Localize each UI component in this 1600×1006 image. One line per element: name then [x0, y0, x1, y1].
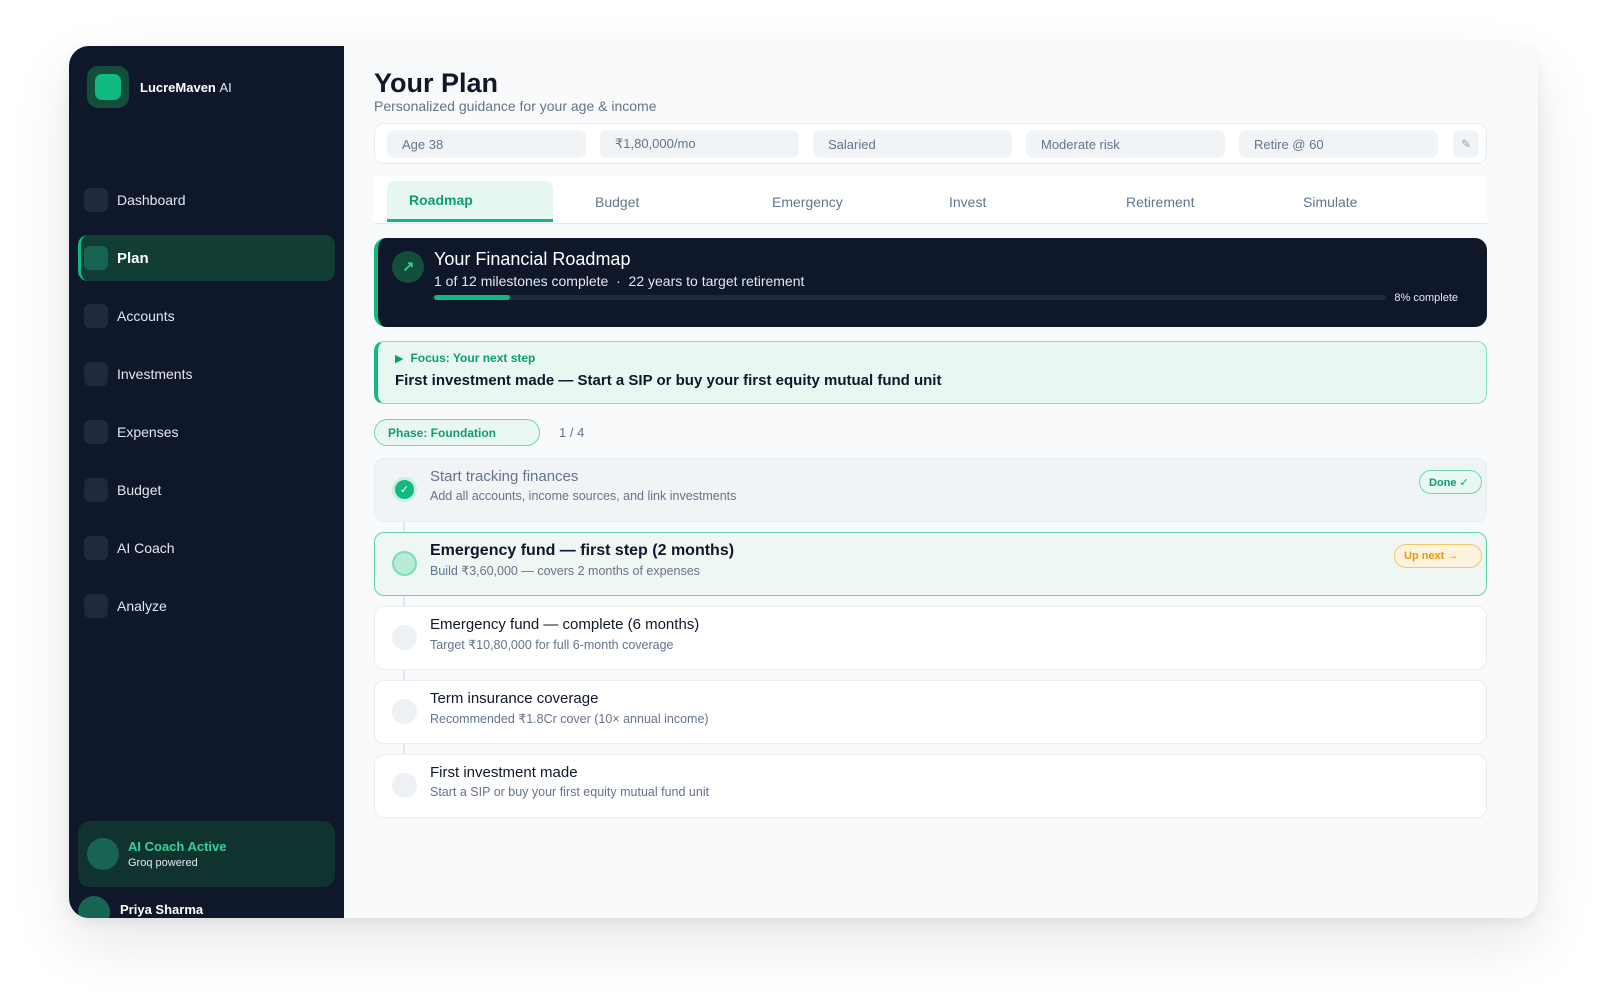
milestone-description: Target ₹10,80,000 for full 6-month cover… — [430, 638, 674, 652]
tab-emergency[interactable]: Emergency — [772, 181, 843, 222]
circle-icon — [392, 551, 417, 576]
play-triangle-icon: ▶ — [395, 352, 404, 365]
milestone-description: Start a SIP or buy your first equity mut… — [430, 785, 710, 799]
circle-icon — [392, 625, 417, 650]
milestone-item[interactable]: ✓ Start tracking finances Add all accoun… — [374, 458, 1487, 522]
user-name: Priya Sharma — [120, 901, 204, 917]
milestone-description: Add all accounts, income sources, and li… — [430, 489, 737, 503]
sidebar: LucreMaven AI Dashboard Plan Accounts In… — [69, 46, 344, 918]
milestone-item[interactable]: Emergency fund — complete (6 months) Tar… — [374, 606, 1487, 670]
tab-invest[interactable]: Invest — [949, 181, 986, 222]
profile-chip-employment[interactable]: Salaried — [813, 130, 1012, 158]
budget-icon — [84, 478, 108, 502]
sidebar-item-label: Expenses — [117, 424, 179, 440]
accounts-icon — [84, 304, 108, 328]
sidebar-item-label: Budget — [117, 482, 162, 498]
plan-tabs: Roadmap Budget Emergency Invest Retireme… — [374, 176, 1487, 224]
milestone-description: Build ₹3,60,000 — covers 2 months of exp… — [430, 564, 700, 578]
investments-icon — [84, 362, 108, 386]
sidebar-item-investments[interactable]: Investments — [78, 351, 335, 397]
sidebar-item-label: Investments — [117, 366, 193, 382]
roadmap-progress-label: 8% complete — [1394, 292, 1458, 304]
profile-chip-age[interactable]: Age 38 — [387, 130, 586, 158]
circle-icon — [392, 773, 417, 798]
sidebar-item-label: Accounts — [117, 308, 175, 324]
milestone-title: Term insurance coverage — [430, 690, 599, 707]
tab-budget[interactable]: Budget — [595, 181, 639, 222]
trend-up-arrow-icon: ↗ — [392, 251, 424, 283]
sidebar-item-label: Plan — [117, 249, 149, 267]
user-profile[interactable]: Priya Sharma — [78, 896, 203, 918]
ai-coach-status-card[interactable]: AI Coach Active Groq powered — [78, 821, 335, 887]
main-content: Your Plan Personalized guidance for your… — [344, 46, 1538, 918]
sidebar-item-analyze[interactable]: Analyze — [78, 583, 335, 629]
sidebar-item-expenses[interactable]: Expenses — [78, 409, 335, 455]
focus-next-step-card[interactable]: ▶ Focus: Your next step First investment… — [374, 341, 1487, 404]
roadmap-progress-bar — [434, 295, 1386, 300]
sidebar-item-ai-coach[interactable]: AI Coach — [78, 525, 335, 571]
phase-count: 1 / 4 — [559, 425, 585, 440]
milestone-item[interactable]: First investment made Start a SIP or buy… — [374, 754, 1487, 818]
focus-label: ▶ Focus: Your next step — [395, 351, 536, 365]
phase-badge: Phase: Foundation — [374, 419, 540, 446]
ai-coach-status-title: AI Coach Active — [128, 839, 227, 854]
ai-coach-avatar-icon — [87, 838, 119, 870]
milestone-title: Emergency fund — first step (2 months) — [430, 542, 735, 559]
avatar — [78, 896, 110, 918]
status-badge-up-next: Up next → — [1394, 544, 1482, 568]
milestone-description: Recommended ₹1.8Cr cover (10× annual inc… — [430, 712, 709, 726]
sidebar-item-dashboard[interactable]: Dashboard — [78, 177, 335, 223]
expenses-icon — [84, 420, 108, 444]
analyze-icon — [84, 594, 108, 618]
milestone-item[interactable]: Emergency fund — first step (2 months) B… — [374, 532, 1487, 596]
tab-retirement[interactable]: Retirement — [1126, 181, 1194, 222]
status-badge-done: Done ✓ — [1419, 470, 1482, 494]
roadmap-summary-card: ↗ Your Financial Roadmap 1 of 12 milesto… — [374, 238, 1487, 327]
roadmap-subtitle: 1 of 12 milestones complete · 22 years t… — [434, 273, 805, 289]
plan-icon — [84, 246, 108, 270]
circle-icon — [392, 699, 417, 724]
milestone-title: Emergency fund — complete (6 months) — [430, 616, 700, 633]
roadmap-progress-fill — [434, 295, 511, 300]
sidebar-item-budget[interactable]: Budget — [78, 467, 335, 513]
sidebar-item-label: AI Coach — [117, 540, 175, 556]
logo-icon — [87, 66, 129, 108]
milestone-item[interactable]: Term insurance coverage Recommended ₹1.8… — [374, 680, 1487, 744]
milestone-title: Start tracking finances — [430, 468, 579, 485]
tab-simulate[interactable]: Simulate — [1303, 181, 1357, 222]
profile-chip-risk[interactable]: Moderate risk — [1026, 130, 1225, 158]
pencil-icon: ✎ — [1460, 137, 1472, 151]
focus-text: First investment made — Start a SIP or b… — [395, 372, 942, 389]
roadmap-title: Your Financial Roadmap — [434, 249, 631, 269]
ai-coach-icon — [84, 536, 108, 560]
edit-profile-button[interactable]: ✎ — [1453, 130, 1479, 158]
page-title: Your Plan — [374, 68, 499, 98]
dashboard-icon — [84, 188, 108, 212]
profile-chip-retirement-age[interactable]: Retire @ 60 — [1239, 130, 1438, 158]
profile-chip-income[interactable]: ₹1,80,000/mo — [600, 130, 799, 158]
brand[interactable]: LucreMaven AI — [87, 66, 232, 108]
check-icon: ✓ — [392, 477, 417, 502]
sidebar-item-plan[interactable]: Plan — [78, 235, 335, 281]
sidebar-item-accounts[interactable]: Accounts — [78, 293, 335, 339]
brand-name: LucreMaven AI — [140, 79, 232, 95]
milestone-title: First investment made — [430, 764, 578, 781]
app-window: LucreMaven AI Dashboard Plan Accounts In… — [69, 46, 1538, 918]
sidebar-item-label: Dashboard — [117, 192, 186, 208]
sidebar-item-label: Analyze — [117, 598, 167, 614]
profile-summary-bar: Age 38 ₹1,80,000/mo Salaried Moderate ri… — [374, 123, 1487, 164]
ai-coach-status-subtitle: Groq powered — [128, 857, 198, 869]
tab-roadmap[interactable]: Roadmap — [387, 181, 553, 222]
page-subtitle: Personalized guidance for your age & inc… — [374, 98, 657, 114]
